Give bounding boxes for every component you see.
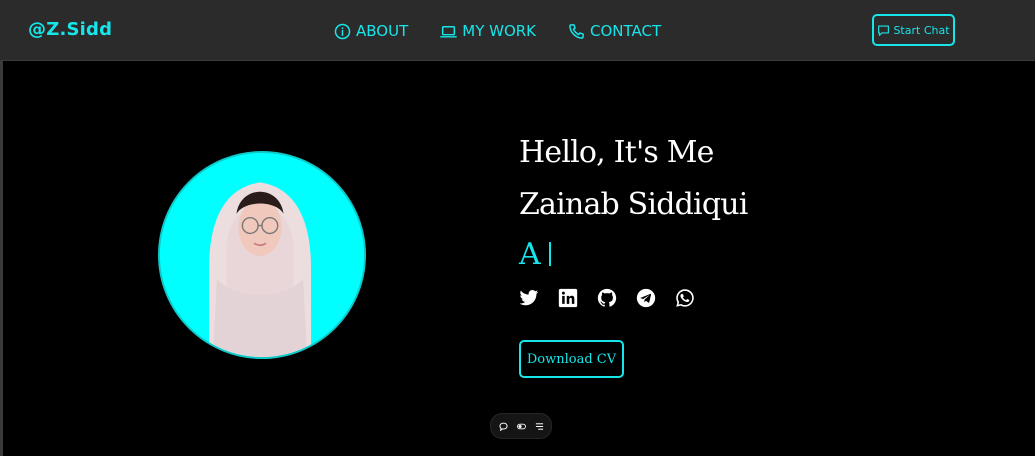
telegram-icon[interactable]: [636, 288, 656, 308]
floating-dock: [490, 413, 552, 439]
toggle-icon[interactable]: [516, 422, 526, 431]
download-cv-button[interactable]: Download CV: [519, 340, 624, 378]
linkedin-icon[interactable]: [558, 288, 578, 308]
github-icon[interactable]: [597, 288, 617, 308]
menu-icon[interactable]: [535, 422, 544, 431]
chat-bubble-icon: [877, 24, 890, 37]
laptop-icon: [440, 23, 458, 40]
hero-section: Hello, It's Me Zainab Siddiqui A Downloa…: [3, 61, 1035, 456]
nav-link-label: MY WORK: [462, 22, 537, 40]
info-circle-icon: [334, 23, 351, 40]
nav-link-label: CONTACT: [590, 22, 662, 40]
social-links: [519, 288, 695, 308]
start-chat-button[interactable]: Start Chat: [872, 14, 955, 46]
site-logo[interactable]: @Z.Sidd: [28, 19, 112, 40]
hero-name: Zainab Siddiqui: [519, 187, 748, 222]
whatsapp-icon[interactable]: [675, 288, 695, 308]
start-chat-label: Start Chat: [893, 23, 950, 37]
nav-link-about[interactable]: ABOUT: [334, 22, 408, 40]
profile-photo: [158, 151, 366, 359]
typed-role: A: [519, 237, 551, 272]
nav-link-contact[interactable]: CONTACT: [568, 22, 661, 40]
twitter-icon[interactable]: [519, 288, 539, 308]
nav-link-my-work[interactable]: MY WORK: [440, 22, 536, 40]
navbar: @Z.Sidd ABOUT MY WORK CONTACT Start Chat: [0, 0, 1035, 61]
phone-icon: [568, 23, 585, 40]
chat-icon[interactable]: [498, 422, 508, 431]
nav-link-label: ABOUT: [356, 22, 409, 40]
nav-links: ABOUT MY WORK CONTACT: [334, 22, 661, 40]
typed-text: A: [519, 237, 541, 272]
typing-cursor: [548, 242, 551, 266]
hero-greeting: Hello, It's Me: [519, 135, 714, 170]
